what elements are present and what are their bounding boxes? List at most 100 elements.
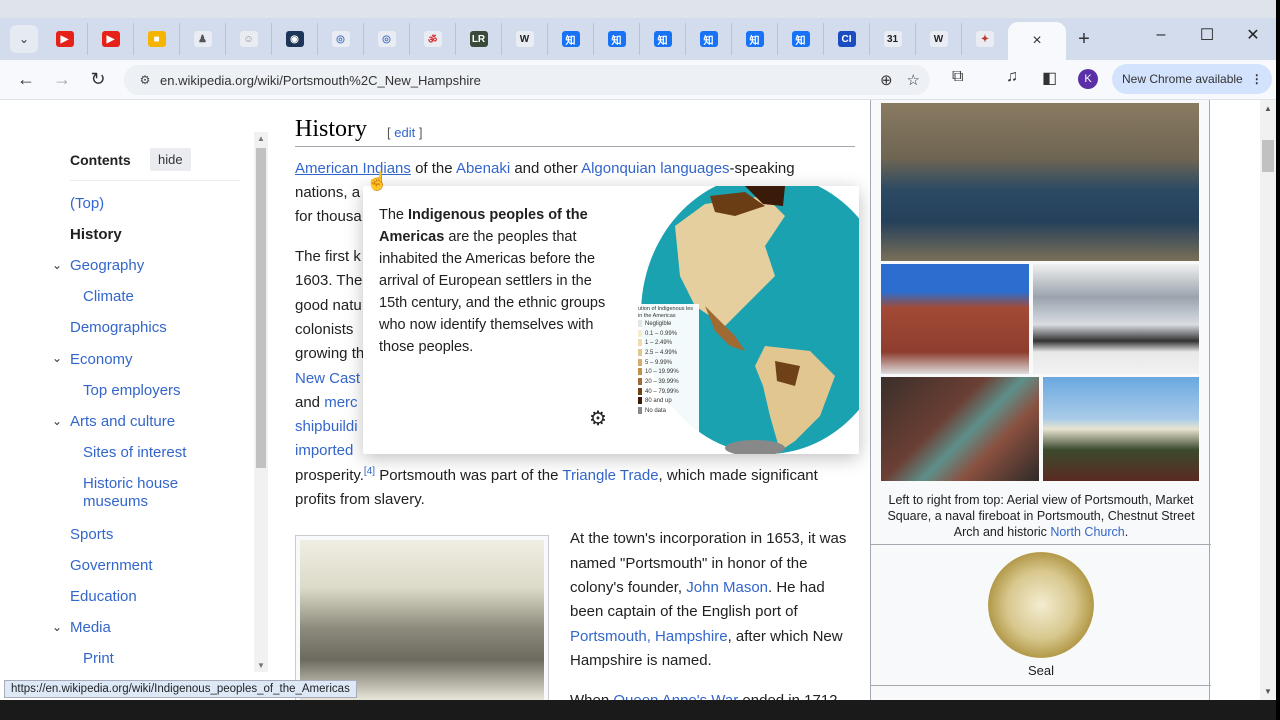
zoom-icon[interactable]: ⊕ — [880, 71, 893, 89]
chevron-down-icon[interactable]: ⌄ — [52, 351, 62, 365]
scroll-up-arrow-icon[interactable]: ▲ — [257, 134, 265, 143]
profile-avatar[interactable]: K — [1078, 69, 1098, 89]
browser-tab[interactable]: 知 — [640, 23, 686, 55]
toc-item-media[interactable]: Media — [70, 619, 111, 637]
toc-item-economy[interactable]: Economy — [70, 351, 133, 369]
toc-item-education[interactable]: Education — [70, 588, 137, 606]
new-tab-button[interactable]: + — [1066, 28, 1102, 51]
city-seal-image[interactable] — [988, 552, 1094, 658]
queen-annes-war-link[interactable]: Queen Anne's War — [613, 692, 738, 700]
aerial-view-photo[interactable] — [881, 103, 1199, 261]
toc-item-sports[interactable]: Sports — [70, 526, 113, 544]
toc-item-government[interactable]: Government — [70, 557, 153, 575]
active-tab[interactable]: × — [1008, 22, 1066, 60]
chevron-down-icon[interactable]: ⌄ — [52, 620, 62, 634]
browser-tab[interactable]: 知 — [548, 23, 594, 55]
browser-tab[interactable]: LR — [456, 23, 502, 55]
browser-tab[interactable]: 31 — [870, 23, 916, 55]
browser-tab[interactable]: ◎ — [364, 23, 410, 55]
forward-button[interactable]: → — [44, 69, 80, 90]
abenaki-link[interactable]: Abenaki — [456, 160, 510, 177]
browser-tab[interactable]: W — [502, 23, 548, 55]
browser-tab[interactable]: 知 — [686, 23, 732, 55]
side-panel-icon[interactable]: ◧ — [1042, 68, 1057, 88]
toc-item-historic-house-museums-cont[interactable]: museums — [83, 493, 148, 511]
browser-tab[interactable]: ✦ — [962, 23, 1008, 55]
browser-tab[interactable]: CI — [824, 23, 870, 55]
toc-scrollbar[interactable]: ▲ ▼ — [254, 132, 268, 672]
north-church-link[interactable]: North Church — [1050, 525, 1124, 539]
portsmouth-hampshire-link[interactable]: Portsmouth, Hampshire — [570, 628, 728, 645]
toc-item-top-employers[interactable]: Top employers — [83, 382, 181, 400]
citation-link[interactable]: [4] — [364, 466, 375, 477]
north-church-photo[interactable] — [1043, 377, 1199, 481]
algonquian-languages-link[interactable]: Algonquian languages — [581, 160, 729, 177]
new-castle-link[interactable]: New Cast — [295, 370, 360, 387]
reload-button[interactable]: ↻ — [80, 69, 116, 90]
browser-tab[interactable]: ♟ — [180, 23, 226, 55]
extensions-icon[interactable]: ⧉ — [952, 68, 963, 86]
edit-link[interactable]: edit — [394, 125, 415, 140]
scroll-down-arrow-icon[interactable]: ▼ — [257, 661, 265, 670]
market-square-engraving[interactable] — [295, 535, 549, 700]
kebab-menu-icon[interactable]: ⋮ — [1251, 72, 1263, 86]
toc-item-historic-house-museums[interactable]: Historic house — [83, 475, 178, 493]
toc-hide-button[interactable]: hide — [150, 148, 191, 171]
gear-icon[interactable]: ⚙ — [589, 406, 607, 431]
minimize-button[interactable]: – — [1138, 18, 1184, 52]
toc-item-top[interactable]: (Top) — [70, 195, 104, 213]
browser-tab[interactable]: 知 — [594, 23, 640, 55]
toc-item-arts-and-culture[interactable]: Arts and culture — [70, 413, 175, 431]
john-mason-link[interactable]: John Mason — [686, 579, 768, 596]
legend-label: 40 – 79.99% — [645, 388, 679, 395]
browser-tab[interactable]: ▶ — [88, 23, 134, 55]
scroll-up-arrow-icon[interactable]: ▲ — [1264, 104, 1272, 113]
toc-item-print[interactable]: Print — [83, 650, 114, 668]
chestnut-street-arch-photo[interactable] — [881, 377, 1039, 481]
address-bar[interactable]: ⚙ en.wikipedia.org/wiki/Portsmouth%2C_Ne… — [124, 65, 930, 95]
hand-cursor-icon: ☝ — [366, 171, 389, 191]
browser-tab[interactable]: ▶ — [42, 23, 88, 55]
imported-link[interactable]: imported — [295, 442, 353, 459]
tab-search-button[interactable]: ⌄ — [10, 25, 38, 53]
toc-scroll-thumb[interactable] — [256, 148, 266, 468]
merchant-link[interactable]: merc — [324, 394, 357, 411]
update-chrome-button[interactable]: New Chrome available ⋮ — [1112, 64, 1272, 94]
market-square-photo[interactable] — [881, 264, 1029, 374]
close-window-button[interactable]: ✕ — [1230, 18, 1276, 52]
browser-tab[interactable]: ॐ — [410, 23, 456, 55]
toc-item-sites-of-interest[interactable]: Sites of interest — [83, 444, 186, 462]
browser-tab[interactable]: W — [916, 23, 962, 55]
legend-label: 80 and up — [645, 398, 672, 405]
maximize-button[interactable]: ☐ — [1184, 18, 1230, 52]
browser-tab[interactable]: ◉ — [272, 23, 318, 55]
browser-tab[interactable]: ◎ — [318, 23, 364, 55]
bookmark-star-icon[interactable]: ☆ — [907, 71, 920, 89]
browser-tab[interactable]: 知 — [732, 23, 778, 55]
triangle-trade-link[interactable]: Triangle Trade — [562, 467, 658, 484]
url-text[interactable]: en.wikipedia.org/wiki/Portsmouth%2C_New_… — [160, 73, 481, 88]
page-scroll-thumb[interactable] — [1262, 140, 1274, 172]
browser-tab[interactable]: 知 — [778, 23, 824, 55]
page-preview-popup[interactable]: The Indigenous peoples of the Americas a… — [363, 186, 859, 454]
fireboat-photo[interactable] — [1033, 264, 1199, 374]
toc-item-demographics[interactable]: Demographics — [70, 319, 167, 337]
close-tab-icon[interactable]: × — [1032, 32, 1041, 50]
chevron-down-icon[interactable]: ⌄ — [52, 258, 62, 272]
ci-icon: CI — [837, 31, 856, 47]
toc-item-geography[interactable]: Geography — [70, 257, 144, 275]
back-button[interactable]: ← — [8, 69, 44, 90]
page-scrollbar[interactable]: ▲ ▼ — [1260, 100, 1276, 700]
shipbuilding-link[interactable]: shipbuildi — [295, 418, 358, 435]
site-info-icon[interactable]: ⚙ — [130, 73, 160, 87]
chevron-down-icon[interactable]: ⌄ — [52, 414, 62, 428]
toc-item-history[interactable]: History — [70, 226, 122, 244]
american-indians-link[interactable]: American Indians — [295, 160, 411, 177]
media-controls-icon[interactable]: ♫ — [1006, 68, 1018, 86]
browser-tab[interactable]: ☺ — [226, 23, 272, 55]
scroll-down-arrow-icon[interactable]: ▼ — [1264, 687, 1272, 696]
toc-item-climate[interactable]: Climate — [83, 288, 134, 306]
browser-tab[interactable]: ■ — [134, 23, 180, 55]
paragraph-line: and merc — [295, 394, 358, 411]
edit-section: [ edit ] — [387, 125, 423, 140]
